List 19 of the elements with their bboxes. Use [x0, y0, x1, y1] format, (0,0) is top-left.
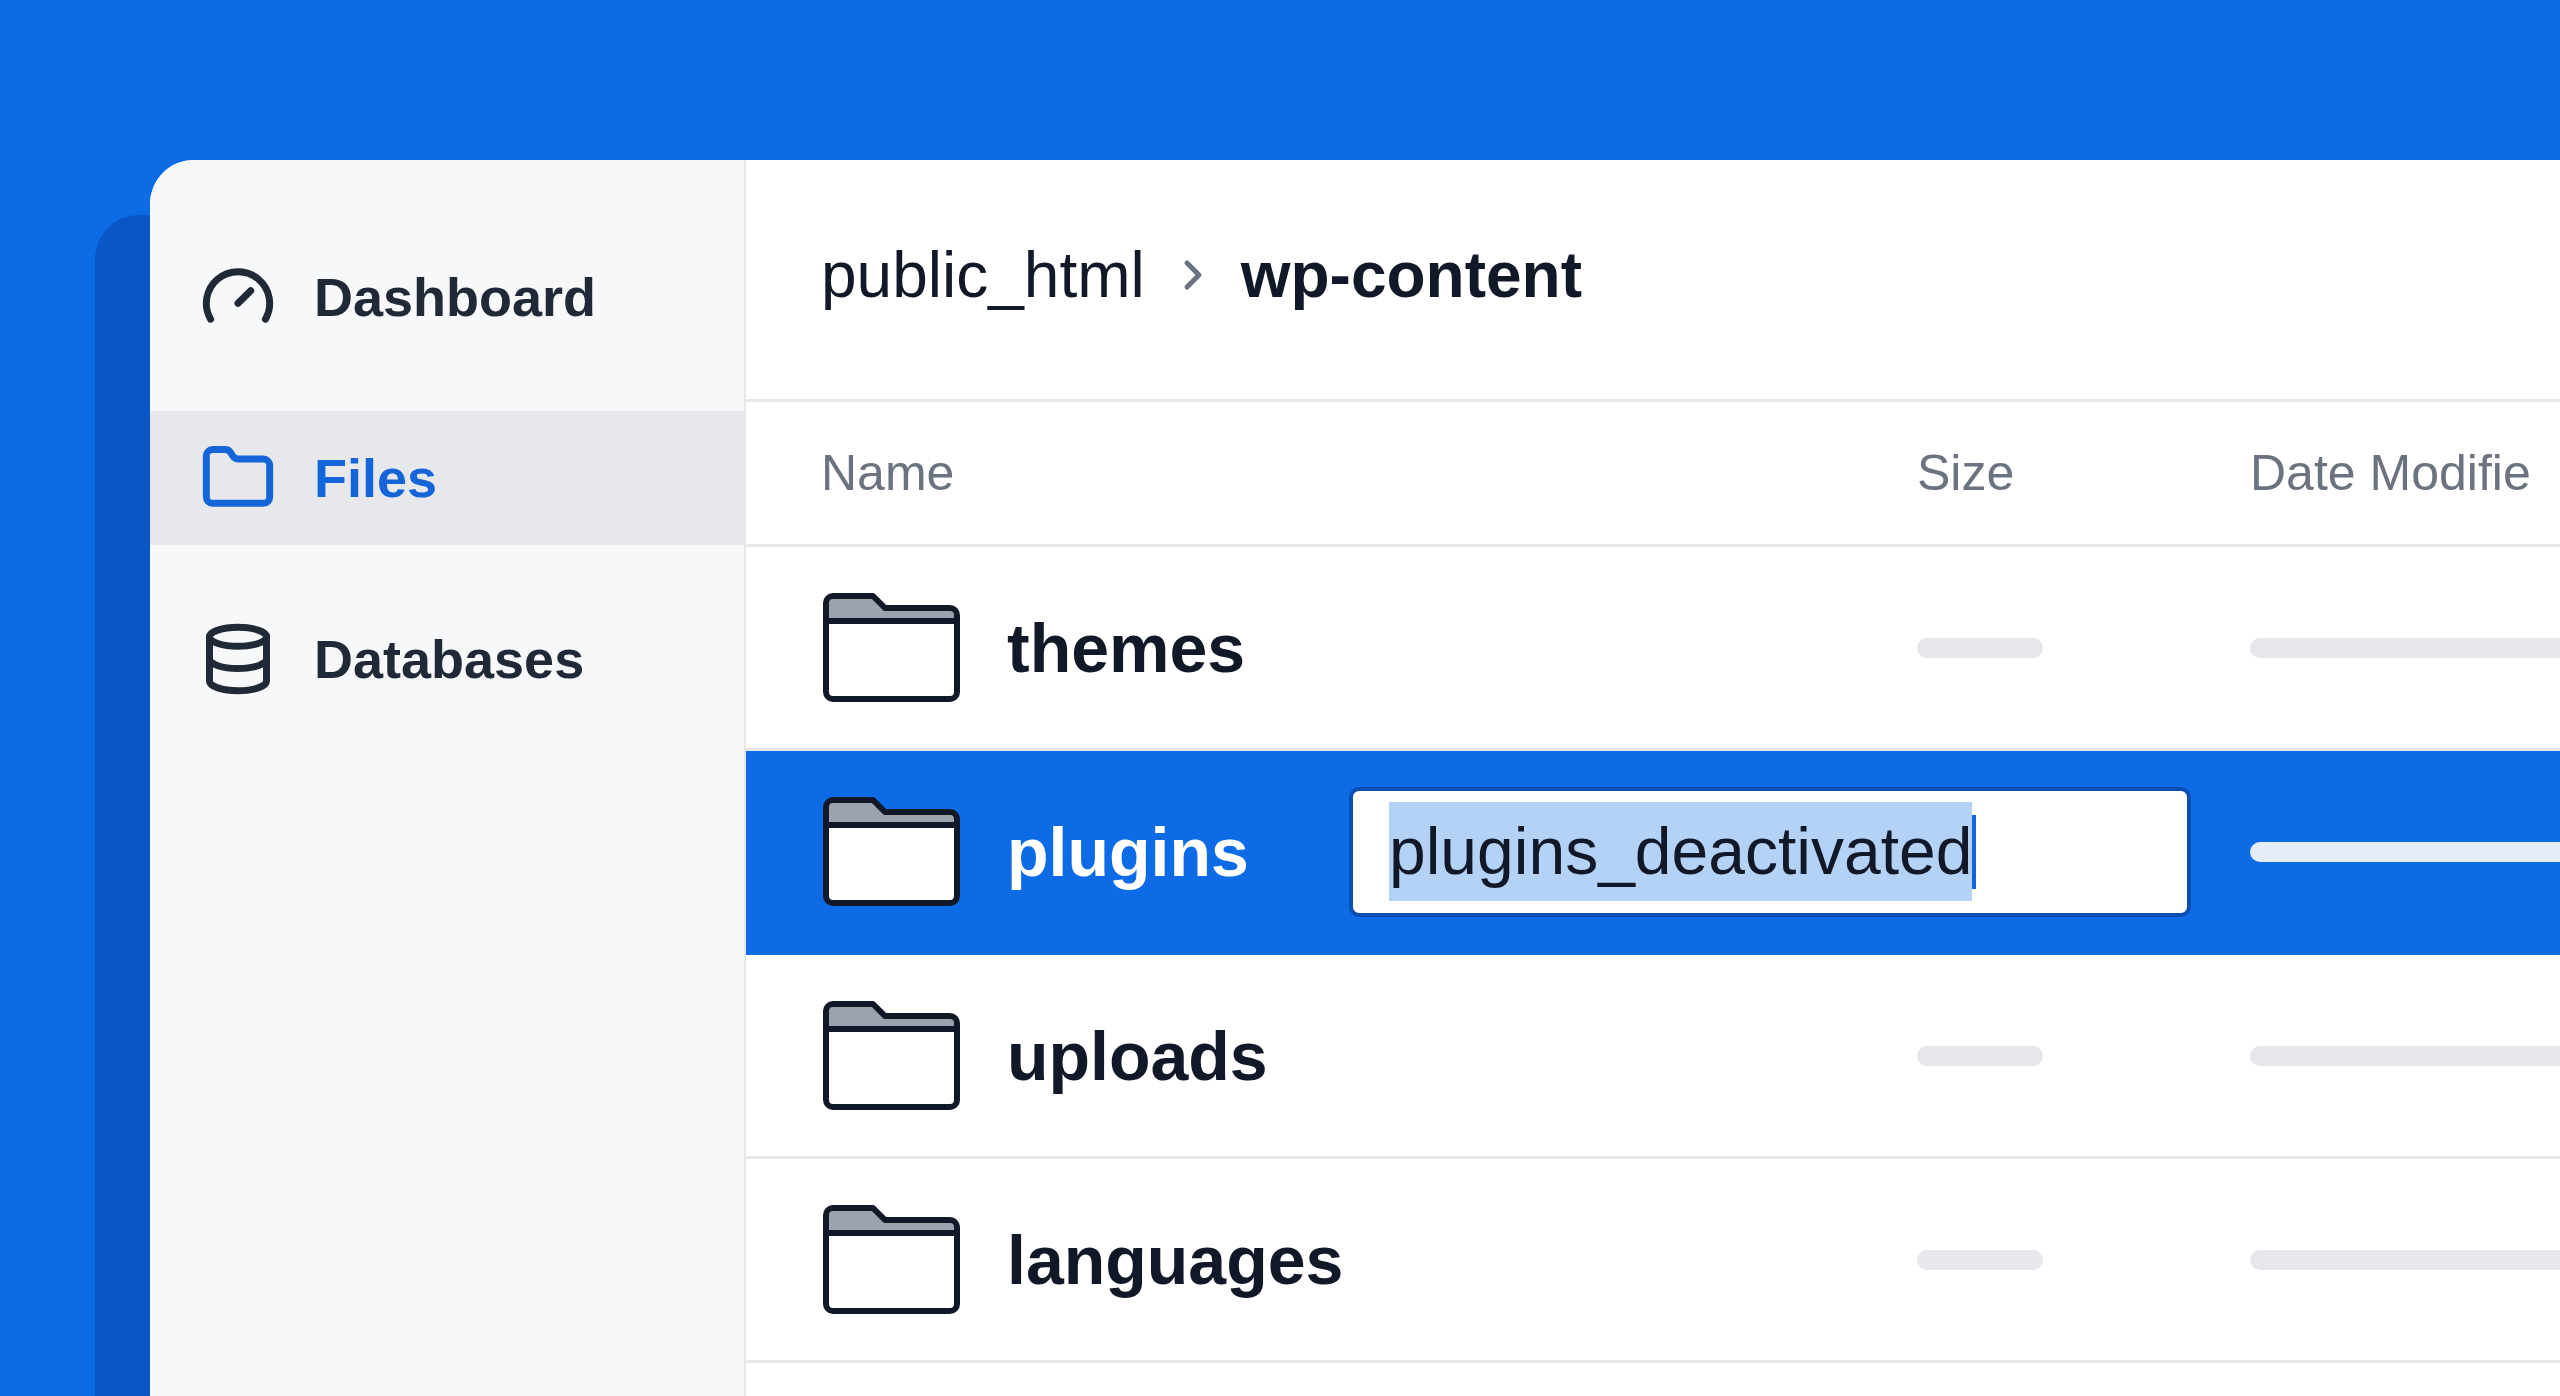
folder-name: plugins: [1007, 812, 1249, 892]
rename-input-field[interactable]: plugins_deactivated: [1349, 786, 2191, 917]
sidebar-item[interactable]: Files: [150, 411, 744, 545]
folder-icon: [821, 999, 962, 1112]
sidebar-item[interactable]: Dashboard: [150, 230, 744, 364]
folder-icon: [821, 591, 962, 704]
selected-text: plugins_deactivated: [1389, 802, 1973, 901]
sidebar-item[interactable]: Databases: [150, 592, 744, 726]
folder-icon: [821, 1203, 962, 1316]
folder-icon: [821, 795, 962, 908]
breadcrumb-link[interactable]: public_html: [821, 226, 1145, 323]
column-header[interactable]: Size: [1917, 435, 2250, 511]
folder-name: uploads: [1007, 1016, 1268, 1096]
folder-name: languages: [1007, 1220, 1344, 1300]
column-header[interactable]: Name: [821, 435, 1917, 511]
breadcrumb-link[interactable]: wp-content: [1240, 226, 1582, 323]
folder-name: themes: [1007, 608, 1246, 688]
file-row[interactable]: plugins plugins_deactivated: [746, 751, 2560, 955]
column-header[interactable]: Date Modifie: [2250, 435, 2560, 511]
